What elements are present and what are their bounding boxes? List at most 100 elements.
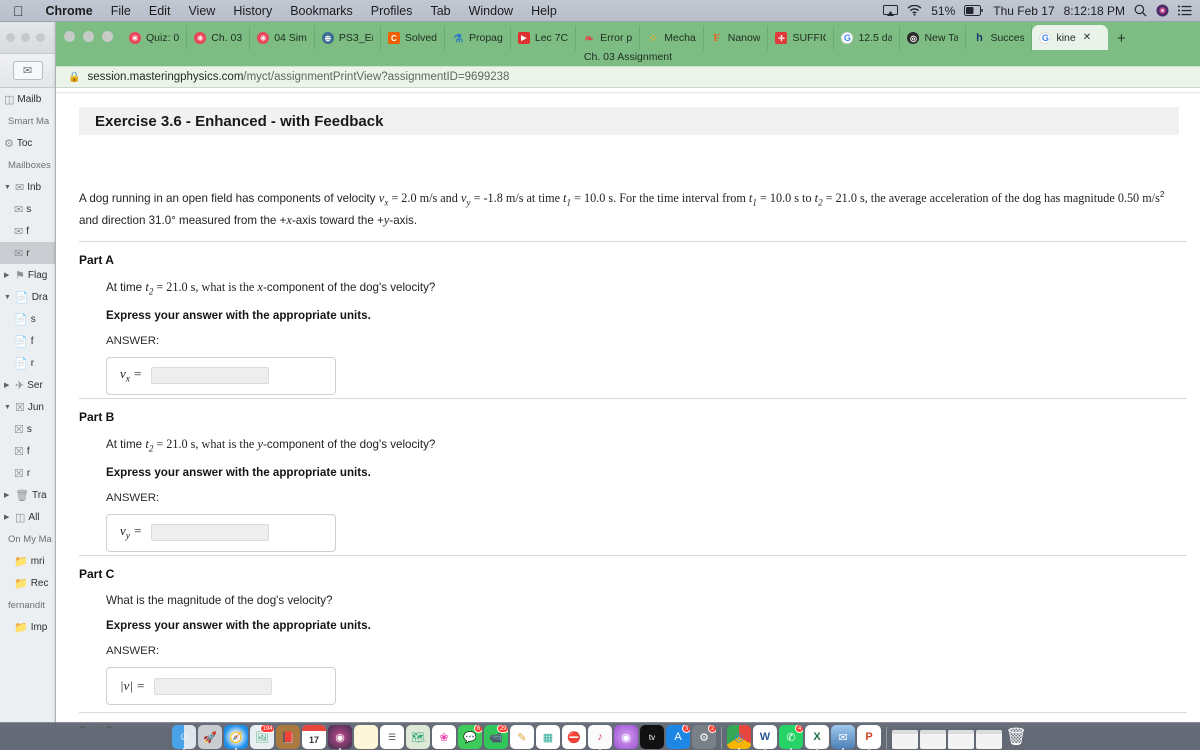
new-message-icon[interactable]: ✉ <box>12 61 43 80</box>
dock-slot[interactable] <box>920 723 946 749</box>
mail-row-drafts-3[interactable]: 📄 r <box>0 352 55 374</box>
dock-slot[interactable]: ✎ <box>510 723 534 749</box>
notes-icon[interactable] <box>354 725 378 749</box>
keynote-icon[interactable]: ⛔ <box>562 725 586 749</box>
excel-icon[interactable]: X <box>805 725 829 749</box>
menu-item-tab[interactable]: Tab <box>421 4 459 18</box>
wifi-icon[interactable] <box>907 5 922 16</box>
dock-slot[interactable]: ♪ <box>588 723 612 750</box>
disclosure-triangle-icon[interactable]: ▼ <box>4 404 12 411</box>
maps-icon[interactable]: 🗺 <box>406 725 430 749</box>
browser-tab-10[interactable]: ✛ SUFFIC <box>768 26 835 50</box>
launchpad-icon[interactable]: 🚀 <box>198 725 222 749</box>
menu-item-bookmarks[interactable]: Bookmarks <box>281 4 362 18</box>
menu-item-profiles[interactable]: Profiles <box>362 4 422 18</box>
apple-logo-icon[interactable]:  <box>0 4 37 18</box>
appstore-icon[interactable]: A3 <box>666 725 690 749</box>
menu-item-view[interactable]: View <box>179 4 224 18</box>
dock-slot[interactable]: ✆ 4 <box>779 723 803 750</box>
dock-slot[interactable]: 17 <box>302 723 326 749</box>
trash-icon[interactable]: 🗑 <box>1004 725 1028 749</box>
menu-item-help[interactable]: Help <box>522 4 566 18</box>
menu-item-chrome[interactable]: Chrome <box>37 4 102 18</box>
browser-tab-8[interactable]: ⁘ Mecha <box>640 26 704 50</box>
dock-slot[interactable]: ◎ <box>727 723 751 750</box>
mail-row-junk-2[interactable]: ☒ f <box>0 440 55 462</box>
itunes-icon[interactable]: ♪ <box>588 725 612 749</box>
dock-slot[interactable]: 📕 <box>276 723 300 749</box>
new-tab-button[interactable]: + <box>1108 26 1134 50</box>
mail-icon[interactable]: ✉ <box>831 725 855 749</box>
browser-tab-2[interactable]: ✳ 04 Sim <box>250 26 315 50</box>
menu-item-file[interactable]: File <box>102 4 140 18</box>
disclosure-triangle-icon[interactable]: ▶ <box>4 381 12 389</box>
safari-icon[interactable]: 🧭 <box>224 725 248 749</box>
powerpoint-icon[interactable]: P <box>857 725 881 749</box>
mail-row-sent[interactable]: ▶ ✈ Ser <box>0 374 55 396</box>
notification-center-icon[interactable] <box>1178 5 1192 16</box>
browser-tab-9[interactable]: F Nanow <box>704 26 769 50</box>
disclosure-triangle-icon[interactable]: ▼ <box>4 294 12 301</box>
dock-slot[interactable]: ⚙ 2 <box>692 723 716 749</box>
minimized-window-4[interactable] <box>976 730 1002 749</box>
browser-tab-7[interactable]: ❧ Error p <box>576 26 641 50</box>
dock-slot[interactable]: W <box>753 723 777 750</box>
calendar-icon[interactable]: 17 <box>302 725 326 749</box>
mail-row-junk-3[interactable]: ☒ r <box>0 462 55 484</box>
messages-icon[interactable]: 💬 6 <box>458 725 482 749</box>
photo-booth-icon[interactable]: ◉ <box>328 725 352 749</box>
pages-icon[interactable]: ✎ <box>510 725 534 749</box>
mail-row-inbox[interactable]: ▼ ✉ Inb <box>0 176 55 198</box>
disclosure-triangle-icon[interactable]: ▼ <box>4 184 12 191</box>
mail-row-trash[interactable]: ▶ 🗑 Tra <box>0 484 55 506</box>
part-b-answer-input[interactable] <box>150 524 269 542</box>
part-a-answer-input[interactable] <box>150 367 269 385</box>
minimized-window-2[interactable] <box>920 730 946 749</box>
dock-slot[interactable]: ☺ <box>172 723 196 750</box>
dock-slot[interactable]: ◉ <box>328 723 352 750</box>
address-bar[interactable]: 🔒 session.masteringphysics.com/myct/assi… <box>56 66 1200 88</box>
siri-icon[interactable] <box>1156 4 1169 17</box>
menu-item-history[interactable]: History <box>224 4 281 18</box>
zoom-window-button[interactable] <box>102 30 113 42</box>
mail-row-local-2[interactable]: 📁 Rec <box>0 572 55 594</box>
dock-slot[interactable]: 🗑 <box>1004 723 1028 749</box>
browser-tab-0[interactable]: ✳ Quiz: 0 <box>122 26 188 50</box>
dock-slot[interactable]: 🗺 <box>406 723 430 749</box>
whatsapp-icon[interactable]: ✆ 4 <box>779 725 803 749</box>
close-icon[interactable]: ✕ <box>1083 32 1091 43</box>
mail-close-button[interactable] <box>6 33 15 42</box>
mail-row-junk[interactable]: ▼ ☒ Jun <box>0 396 55 418</box>
browser-tab-5[interactable]: ⚗ Propag <box>445 26 511 50</box>
chrome-icon[interactable]: ◎ <box>727 725 751 749</box>
dock-slot[interactable]: 🧭 <box>224 723 248 750</box>
mail-minimize-button[interactable] <box>21 33 30 42</box>
browser-tab-14-active[interactable]: G kine ✕ <box>1032 25 1109 50</box>
browser-tab-3[interactable]: ⊕ PS3_En <box>315 26 381 50</box>
mail-today-item[interactable]: ⚙ Toc <box>0 132 55 154</box>
mail-row-all-mail[interactable]: ▶ ◫ All <box>0 506 55 528</box>
dock-slot[interactable]: 💬 6 <box>458 723 482 749</box>
finder-icon[interactable]: ☺ <box>172 725 196 749</box>
dock-slot[interactable]: 📹 29 <box>484 723 508 749</box>
battery-icon[interactable] <box>964 5 984 16</box>
minimized-window-3[interactable] <box>948 730 974 749</box>
disclosure-triangle-icon[interactable]: ▶ <box>4 491 12 499</box>
dock-slot[interactable]: 🚀 <box>198 723 222 749</box>
dock-slot[interactable] <box>892 723 918 749</box>
mail-row-account-1[interactable]: 📁 Imp <box>0 616 55 638</box>
photos-icon[interactable]: ❀ <box>432 725 456 749</box>
dock-slot[interactable]: A3 <box>666 723 690 749</box>
airplay-icon[interactable] <box>883 4 899 17</box>
preview-icon[interactable]: 🖼 194 <box>250 725 274 749</box>
dock-slot[interactable]: ⛔ <box>562 723 586 749</box>
disclosure-triangle-icon[interactable]: ▶ <box>4 513 12 521</box>
mail-row-flagged[interactable]: ▶ ⚑ Flag <box>0 264 55 286</box>
mail-row-inbox-3[interactable]: ✉ r <box>0 242 55 264</box>
dock-slot[interactable]: 🖼 194 <box>250 723 274 749</box>
browser-tab-11[interactable]: G 12.5 da <box>834 26 901 50</box>
dock-slot[interactable]: ☰ <box>380 723 404 749</box>
dock-slot[interactable] <box>976 723 1002 749</box>
part-c-answer-input[interactable] <box>153 677 272 695</box>
dock-slot[interactable]: P <box>857 723 881 750</box>
